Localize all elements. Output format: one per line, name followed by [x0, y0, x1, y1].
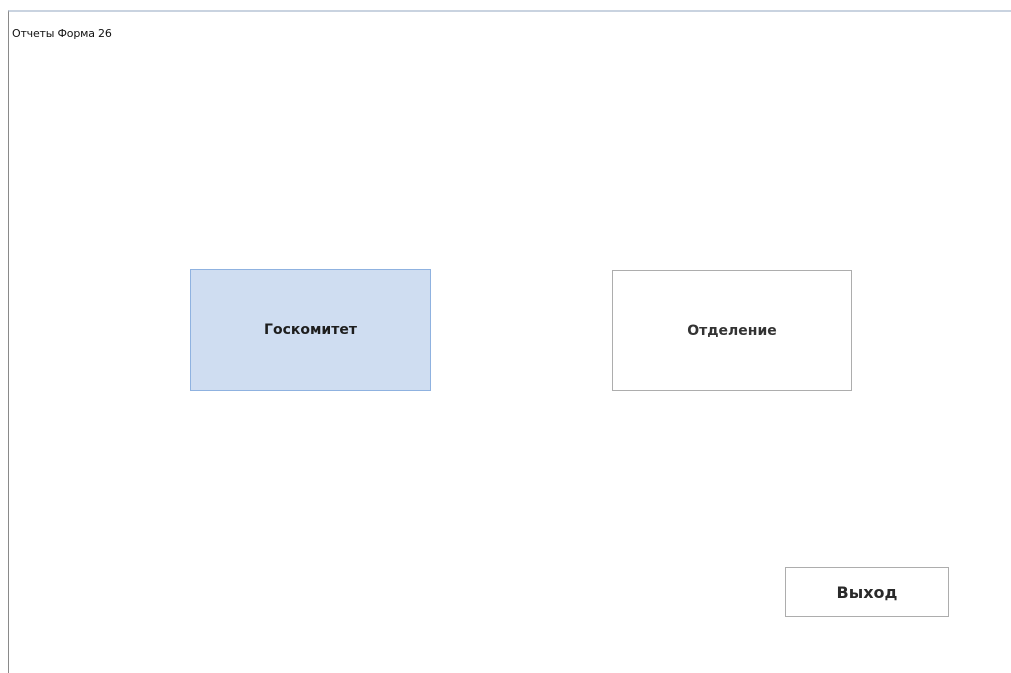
goskomitet-button[interactable]: Госкомитет: [190, 269, 431, 391]
exit-button[interactable]: Выход: [785, 567, 949, 617]
report-window: Отчеты Форма 26 Госкомитет Отделение Вых…: [8, 10, 1011, 673]
window-title: Отчеты Форма 26: [12, 27, 112, 40]
otdelenie-button[interactable]: Отделение: [612, 270, 852, 391]
